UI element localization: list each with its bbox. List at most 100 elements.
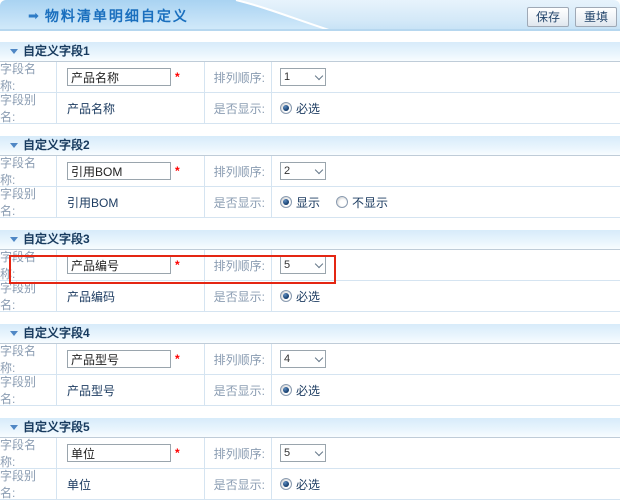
section-title: 自定义字段5 [23, 420, 90, 434]
display-label: 是否显示: [205, 187, 272, 218]
field-alias-label: 字段别名: [0, 187, 57, 218]
radio-required-label: 必选 [296, 383, 321, 398]
collapse-triangle-icon [10, 143, 18, 148]
display-label: 是否显示: [205, 93, 272, 124]
radio-required[interactable] [280, 102, 292, 114]
section-header[interactable]: 自定义字段4 [0, 324, 620, 344]
display-options: 必选 [272, 281, 620, 312]
radio-hide[interactable] [336, 196, 349, 208]
required-asterisk: * [175, 352, 180, 366]
field-alias-value: 产品型号 [57, 375, 205, 406]
sort-order-value: 4 [284, 353, 291, 365]
section-custom-field-4: 自定义字段4 字段名称: * 排列顺序: 4 字段别名: 产品型号 是否显示: … [0, 324, 620, 406]
chevron-down-icon [314, 259, 324, 268]
required-asterisk: * [175, 164, 180, 178]
field-name-input[interactable] [67, 256, 171, 274]
radio-required[interactable] [280, 290, 292, 302]
chevron-down-icon [314, 447, 324, 456]
sort-order-cell: 5 [272, 250, 620, 281]
sort-order-cell: 1 [272, 62, 620, 93]
display-options: 必选 [272, 375, 620, 406]
field-name-input[interactable] [67, 162, 171, 180]
field-alias-label: 字段别名: [0, 469, 57, 500]
sort-order-cell: 5 [272, 438, 620, 469]
display-label: 是否显示: [205, 375, 272, 406]
section-custom-field-2: 自定义字段2 字段名称: * 排列顺序: 2 字段别名: 引用BOM 是否显示:… [0, 136, 620, 218]
field-alias-value: 产品编码 [57, 281, 205, 312]
reset-button[interactable]: 重填 [574, 7, 617, 27]
display-options: 必选 [272, 469, 620, 500]
field-name-input[interactable] [67, 68, 171, 86]
section-header[interactable]: 自定义字段3 [0, 230, 620, 250]
section-table: 字段名称: * 排列顺序: 2 字段别名: 引用BOM 是否显示: 显示 不显示 [0, 156, 620, 218]
field-name-label: 字段名称: [0, 62, 57, 93]
required-asterisk: * [175, 258, 180, 272]
chevron-down-icon [314, 353, 324, 362]
required-asterisk: * [175, 70, 180, 84]
sort-order-value: 1 [284, 71, 291, 83]
display-label: 是否显示: [205, 281, 272, 312]
sort-order-select[interactable]: 5 [280, 256, 326, 274]
collapse-triangle-icon [10, 237, 18, 242]
sort-order-value: 2 [284, 165, 291, 177]
section-header[interactable]: 自定义字段2 [0, 136, 620, 156]
toolbar: 保存 重填 [526, 7, 617, 27]
field-alias-label: 字段别名: [0, 375, 57, 406]
sort-order-select[interactable]: 1 [280, 68, 326, 86]
section-title: 自定义字段2 [23, 138, 90, 152]
field-name-label: 字段名称: [0, 156, 57, 187]
field-name-cell: * [57, 344, 205, 375]
sort-order-cell: 2 [272, 156, 620, 187]
sort-order-label: 排列顺序: [205, 62, 272, 93]
required-asterisk: * [175, 446, 180, 460]
radio-required-label: 必选 [296, 101, 321, 116]
section-table: 字段名称: * 排列顺序: 4 字段别名: 产品型号 是否显示: 必选 [0, 344, 620, 406]
page-title: 物料清单明细自定义 [44, 7, 189, 24]
page-header: ➡ 物料清单明细自定义 保存 重填 [0, 0, 620, 31]
field-alias-value: 单位 [57, 469, 205, 500]
section-header[interactable]: 自定义字段1 [0, 42, 620, 62]
section-title: 自定义字段1 [23, 44, 90, 58]
field-alias-value: 引用BOM [57, 187, 205, 218]
radio-required-label: 必选 [296, 289, 321, 304]
sort-order-select[interactable]: 5 [280, 444, 326, 462]
radio-show-label: 显示 [296, 195, 321, 210]
sort-order-value: 5 [284, 259, 291, 271]
section-title: 自定义字段3 [23, 232, 90, 246]
section-table: 字段名称: * 排列顺序: 5 字段别名: 产品编码 是否显示: 必选 [0, 250, 620, 312]
radio-required-label: 必选 [296, 477, 321, 492]
section-header[interactable]: 自定义字段5 [0, 418, 620, 438]
chevron-down-icon [314, 71, 324, 80]
save-button[interactable]: 保存 [526, 7, 569, 27]
sort-order-select[interactable]: 2 [280, 162, 326, 180]
radio-hide-label: 不显示 [352, 195, 389, 210]
field-alias-value: 产品名称 [57, 93, 205, 124]
sort-order-label: 排列顺序: [205, 438, 272, 469]
section-title: 自定义字段4 [23, 326, 90, 340]
field-name-cell: * [57, 250, 205, 281]
sort-order-select[interactable]: 4 [280, 350, 326, 368]
field-alias-label: 字段别名: [0, 281, 57, 312]
display-options: 显示 不显示 [272, 187, 620, 218]
display-options: 必选 [272, 93, 620, 124]
field-name-label: 字段名称: [0, 438, 57, 469]
title-arrow-icon: ➡ [28, 8, 39, 23]
radio-required[interactable] [280, 478, 292, 490]
sort-order-label: 排列顺序: [205, 344, 272, 375]
radio-show[interactable] [280, 196, 292, 208]
field-name-cell: * [57, 62, 205, 93]
chevron-down-icon [314, 165, 324, 174]
section-table: 字段名称: * 排列顺序: 1 字段别名: 产品名称 是否显示: 必选 [0, 62, 620, 124]
sort-order-cell: 4 [272, 344, 620, 375]
section-custom-field-1: 自定义字段1 字段名称: * 排列顺序: 1 字段别名: 产品名称 是否显示: … [0, 42, 620, 124]
collapse-triangle-icon [10, 331, 18, 336]
field-name-input[interactable] [67, 350, 171, 368]
collapse-triangle-icon [10, 49, 18, 54]
collapse-triangle-icon [10, 425, 18, 430]
field-name-input[interactable] [67, 444, 171, 462]
field-name-cell: * [57, 438, 205, 469]
section-custom-field-3: 自定义字段3 字段名称: * 排列顺序: 5 字段别名: 产品编码 是否显示: … [0, 230, 620, 312]
radio-required[interactable] [280, 384, 292, 396]
field-alias-label: 字段别名: [0, 93, 57, 124]
sort-order-value: 5 [284, 447, 291, 459]
